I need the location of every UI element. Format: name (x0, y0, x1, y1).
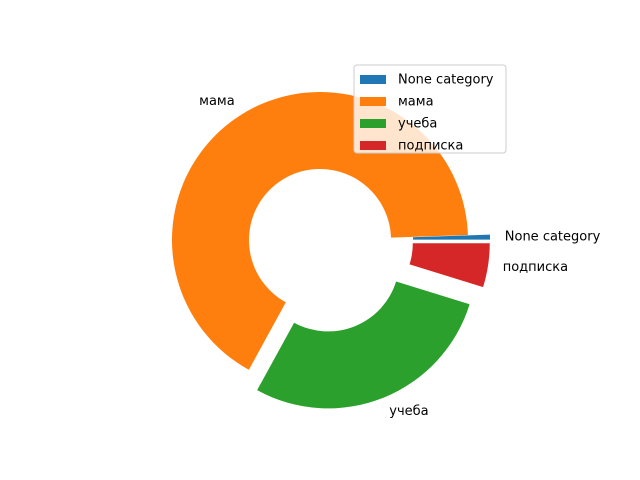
wedge-slice-3 (409, 243, 490, 288)
slice-label-slice-1: мама (199, 94, 235, 109)
legend: None category мама учеба подписка (353, 64, 507, 154)
legend-swatch-slice-1 (360, 97, 386, 106)
legend-label-slice-3: подписка (398, 139, 463, 154)
legend-label-none-category: None category (398, 73, 494, 88)
legend-swatch-slice-3 (360, 141, 386, 150)
donut-chart: None category мама учеба подписка None cate… (172, 64, 601, 419)
legend-label-slice-1: мама (398, 95, 434, 110)
wedge-slice-2 (257, 281, 470, 409)
slice-label-none-category: None category (505, 229, 601, 244)
slice-label-slice-3: подписка (503, 260, 568, 275)
legend-swatch-none-category (360, 75, 386, 84)
legend-label-slice-2: учеба (398, 117, 437, 132)
legend-swatch-slice-2 (360, 119, 386, 128)
slice-label-slice-2: учеба (389, 404, 428, 419)
